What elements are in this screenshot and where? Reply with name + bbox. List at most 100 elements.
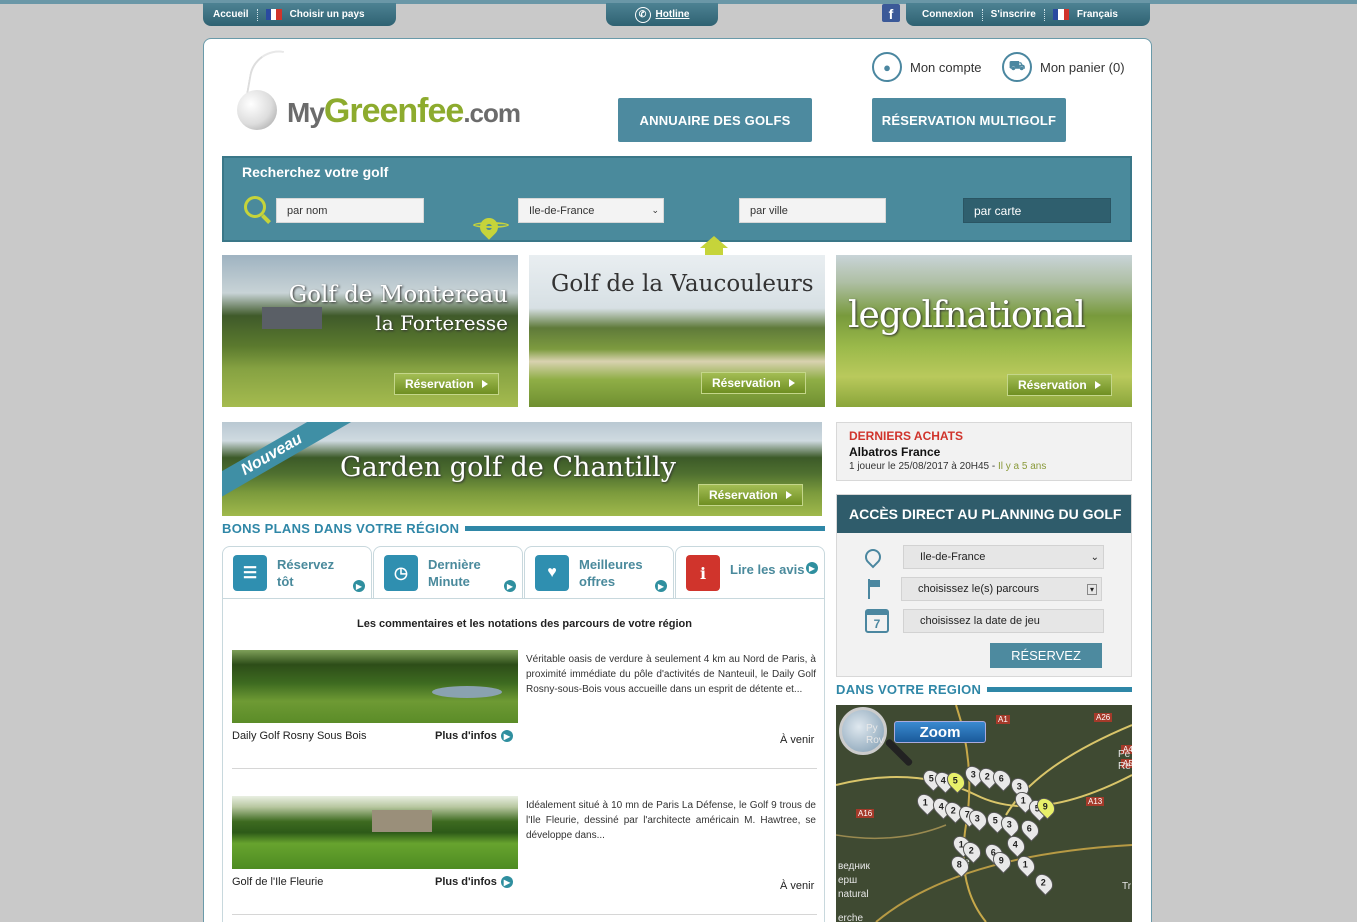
site-logo[interactable]: MyGreenfee.com: [287, 92, 521, 131]
region-map-header: DANS VOTRE REGION: [836, 682, 1132, 697]
place-label: natural: [838, 889, 869, 900]
alarm-clock-icon: ◷: [384, 554, 418, 591]
account-label: Mon compte: [910, 59, 982, 75]
facebook-icon[interactable]: f: [882, 4, 900, 22]
tab-last-minute[interactable]: ◷ Dernière Minute ▶: [373, 546, 523, 598]
account-link[interactable]: ● Mon compte: [872, 52, 982, 82]
phone-icon: ✆: [634, 6, 651, 23]
arrow-icon: ▶: [504, 580, 516, 592]
more-info-link[interactable]: Plus d'infos ▶: [435, 730, 513, 742]
cart-icon: ⛟: [1002, 52, 1032, 82]
banner-chantilly[interactable]: Nouveau Garden golf de Chantilly Réserva…: [222, 422, 822, 516]
header-rule: [987, 687, 1132, 692]
road-label: A26: [1094, 713, 1113, 722]
reviews-intro: Les commentaires et les notations des pa…: [357, 618, 692, 630]
road-label: A16: [856, 809, 875, 818]
place-label: ерш: [838, 875, 858, 886]
divider: [232, 768, 817, 769]
search-by-name-input[interactable]: par nom: [276, 198, 424, 223]
planning-region-select[interactable]: Ile-de-France ⌄: [903, 545, 1104, 569]
planning-box: ACCÈS DIRECT AU PLANNING DU GOLF Ile-de-…: [836, 494, 1132, 677]
status-label: À venir: [780, 734, 815, 746]
region-select[interactable]: Ile-de-France ⌄: [518, 198, 664, 223]
reservation-button[interactable]: Réservation: [701, 372, 806, 394]
golf-directory-button[interactable]: ANNUAIRE DES GOLFS: [618, 98, 812, 142]
banner-title: legolfnational: [848, 295, 1086, 336]
tab-read-reviews[interactable]: i Lire les avis ▶: [675, 546, 825, 598]
arrow-icon: ▶: [655, 580, 667, 592]
home-link[interactable]: Accueil: [213, 9, 249, 20]
french-flag-icon: [265, 9, 282, 20]
review-text: Véritable oasis de verdure à seulement 4…: [526, 654, 816, 695]
search-title: Recherchez votre golf: [242, 164, 389, 180]
planning-courses-select[interactable]: choisissez le(s) parcours ▾: [901, 577, 1102, 601]
booking-document-icon: ☰: [233, 554, 267, 591]
purchase-detail: 1 joueur le 25/08/2017 à 20H45 - Il y a …: [849, 461, 1047, 472]
more-info-link[interactable]: Plus d'infos ▶: [435, 876, 513, 888]
search-by-city-input[interactable]: par ville: [739, 198, 886, 223]
golf-flag-icon: [865, 579, 883, 599]
search-icon: [244, 196, 266, 218]
planning-date-input[interactable]: choisissez la date de jeu: [903, 609, 1104, 633]
right-top-tab: Connexion S'inscrire Français: [906, 3, 1150, 26]
banner-title: Golf de la Vaucouleurs: [551, 271, 814, 297]
hotline-tab[interactable]: ✆ Hotline: [606, 3, 718, 26]
place-label: Py: [866, 723, 878, 734]
place-label: Rov: [866, 735, 884, 746]
place-label: Tr: [1122, 881, 1132, 892]
language-link[interactable]: Français: [1077, 9, 1118, 20]
tab-book-early[interactable]: ☰ Réservez tôt ▶: [222, 546, 372, 598]
arrow-icon: ▶: [500, 730, 513, 742]
french-flag-icon: [1052, 9, 1069, 20]
search-panel: Recherchez votre golf par nom Ile-de-Fra…: [222, 156, 1132, 288]
banner-montereau[interactable]: Golf de Montereau la Forteresse Réservat…: [222, 255, 518, 407]
location-pin-icon: [861, 545, 885, 569]
reserve-button[interactable]: RÉSERVEZ: [990, 643, 1102, 668]
review-text: Idéalement situé à 10 mn de Paris La Déf…: [526, 800, 816, 841]
register-link[interactable]: S'inscrire: [991, 9, 1036, 20]
search-by-map-button[interactable]: par carte: [963, 198, 1111, 223]
golf-course-image[interactable]: [232, 796, 518, 869]
user-icon: ●: [872, 52, 902, 82]
golf-name: Golf de l'Ile Fleurie: [232, 876, 324, 888]
reservation-button[interactable]: Réservation: [1007, 374, 1112, 396]
separator: [1043, 8, 1045, 21]
play-icon: [481, 380, 488, 388]
login-link[interactable]: Connexion: [922, 9, 974, 20]
arrow-icon: ▶: [500, 876, 513, 888]
separator: [256, 8, 258, 21]
header-rule: [465, 526, 825, 531]
banner-golf-national[interactable]: legolfnational Réservation: [836, 255, 1132, 407]
planning-heading: ACCÈS DIRECT AU PLANNING DU GOLF: [837, 495, 1131, 533]
reservation-button[interactable]: Réservation: [698, 484, 803, 506]
hotline-link[interactable]: Hotline: [656, 9, 690, 20]
arrow-icon: ▶: [353, 580, 365, 592]
road-label: A1: [996, 715, 1010, 724]
tab-best-offers[interactable]: ♥ Meilleures offres ▶: [524, 546, 674, 598]
deals-section-header: BONS PLANS DANS VOTRE RÉGION: [222, 521, 825, 536]
cart-label: Mon panier (0): [1040, 59, 1125, 75]
pin-base: [473, 222, 509, 228]
map-zoom-button[interactable]: Zoom: [894, 721, 986, 743]
info-icon: i: [686, 555, 720, 591]
choose-country-link[interactable]: Choisir un pays: [290, 9, 365, 20]
separator: [981, 8, 983, 21]
play-icon: [788, 379, 795, 387]
play-icon: [785, 491, 792, 499]
golf-ball-logo-icon[interactable]: [237, 90, 277, 130]
region-map[interactable]: Zoom A1A26A16A13A4A5PyRovPeReVeTrведнике…: [836, 705, 1132, 922]
place-label: erche: [838, 913, 864, 922]
last-purchases-box: DERNIERS ACHATS Albatros France 1 joueur…: [836, 422, 1132, 481]
golf-course-image[interactable]: [232, 650, 518, 723]
reservation-button[interactable]: Réservation: [394, 373, 499, 395]
place-label: Pe: [1118, 749, 1131, 760]
purchase-golf-name: Albatros France: [849, 445, 941, 459]
place-label: Re: [1118, 761, 1131, 772]
purchase-ago: Il y a 5 ans: [998, 461, 1047, 472]
reviews-panel: Les commentaires et les notations des pa…: [222, 598, 825, 922]
left-top-tab: Accueil Choisir un pays: [203, 3, 396, 26]
banner-vaucouleurs[interactable]: Golf de la Vaucouleurs Réservation: [529, 255, 825, 407]
divider: [232, 914, 817, 915]
multigolf-booking-button[interactable]: RÉSERVATION MULTIGOLF: [872, 98, 1066, 142]
cart-link[interactable]: ⛟ Mon panier (0): [1002, 52, 1125, 82]
